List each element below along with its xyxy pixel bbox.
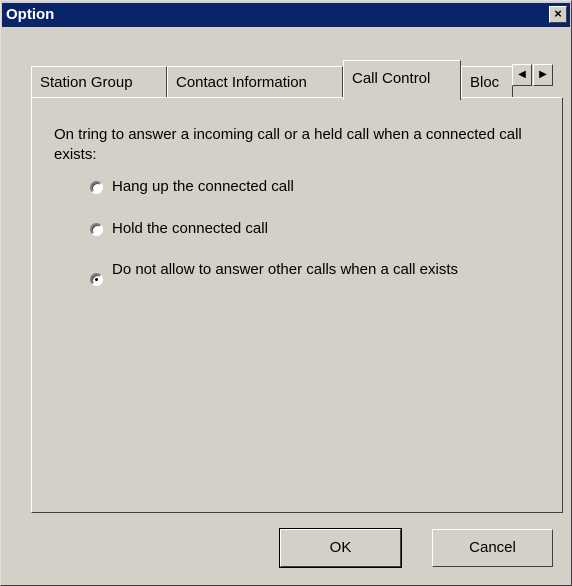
arrow-right-icon: ▶ xyxy=(539,69,547,80)
tab-block[interactable]: Bloc xyxy=(461,66,513,98)
tab-call-control[interactable]: Call Control xyxy=(343,60,461,100)
radio-button[interactable] xyxy=(90,223,103,236)
call-control-panel: On tring to answer a incoming call or a … xyxy=(31,97,563,513)
cancel-button[interactable]: Cancel xyxy=(432,529,553,567)
radio-button[interactable] xyxy=(90,181,103,194)
title-bar: Option × xyxy=(2,3,570,27)
radio-option-label: Hold the connected call xyxy=(112,220,268,237)
tab-scroll-left-button[interactable]: ◀ xyxy=(512,64,532,86)
radio-button-selected[interactable] xyxy=(90,273,103,286)
option-dialog: Option × Station Group Contact Informati… xyxy=(0,0,572,586)
close-icon: × xyxy=(554,6,562,21)
radio-option-label: Hang up the connected call xyxy=(112,178,294,195)
tab-label: Call Control xyxy=(352,70,431,87)
ok-button[interactable]: OK xyxy=(279,528,402,568)
window-title: Option xyxy=(6,6,55,23)
radio-option-do-not-allow[interactable]: Do not allow to answer other calls when … xyxy=(90,260,530,302)
call-control-prompt: On tring to answer a incoming call or a … xyxy=(54,126,522,163)
close-button[interactable]: × xyxy=(549,6,567,23)
tab-contact-information[interactable]: Contact Information xyxy=(167,66,343,98)
radio-option-label: Do not allow to answer other calls when … xyxy=(112,261,458,278)
tab-scroll-right-button[interactable]: ▶ xyxy=(533,64,553,86)
tab-station-group[interactable]: Station Group xyxy=(31,66,167,98)
tab-label: Bloc xyxy=(470,74,500,91)
tab-label: Station Group xyxy=(40,74,133,91)
tab-label: Contact Information xyxy=(176,74,307,91)
arrow-left-icon: ◀ xyxy=(518,69,526,80)
